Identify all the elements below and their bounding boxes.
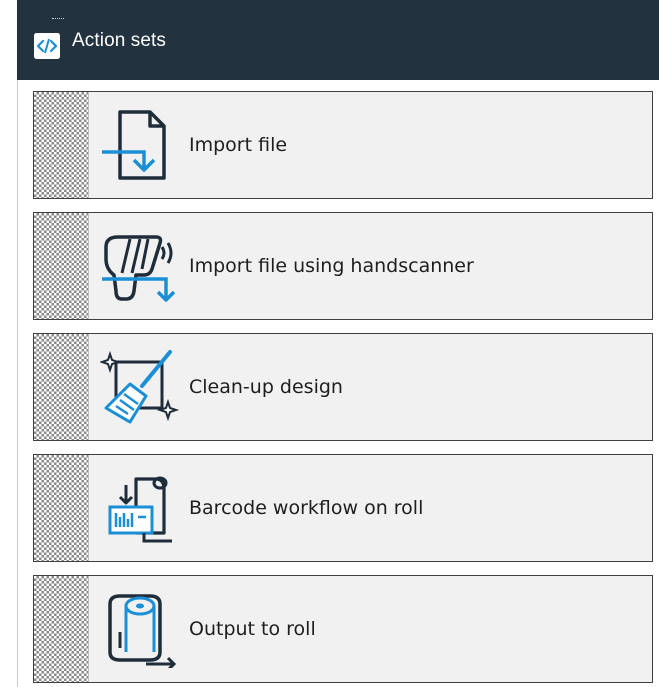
action-set-label: Clean-up design (189, 376, 343, 398)
drag-handle[interactable] (34, 334, 89, 440)
action-set-import-handscanner[interactable]: Import file using handscanner (33, 212, 653, 320)
action-set-import-file[interactable]: Import file (33, 91, 653, 199)
drag-handle[interactable] (34, 576, 89, 682)
import-file-icon (102, 110, 166, 180)
drag-handle[interactable] (34, 455, 89, 561)
action-set-label: Import file (189, 134, 288, 156)
action-set-label: Import file using handscanner (189, 255, 474, 277)
action-set-label: Output to roll (189, 618, 316, 640)
output-roll-icon (108, 594, 177, 668)
action-set-clean-up-design[interactable]: Clean-up design (33, 333, 653, 441)
header-dots (52, 18, 64, 19)
panel-header: Action sets (17, 0, 659, 80)
action-set-output-to-roll[interactable]: Output to roll (33, 575, 653, 683)
barcode-roll-icon (108, 476, 172, 543)
drag-handle[interactable] (34, 213, 89, 319)
code-icon (34, 33, 60, 59)
drag-handle[interactable] (34, 92, 89, 198)
action-set-barcode-workflow[interactable]: Barcode workflow on roll (33, 454, 653, 562)
clean-up-broom-icon (100, 350, 180, 424)
handscanner-icon (102, 235, 176, 302)
page-title: Action sets (72, 30, 167, 51)
action-set-label: Barcode workflow on roll (189, 497, 424, 519)
